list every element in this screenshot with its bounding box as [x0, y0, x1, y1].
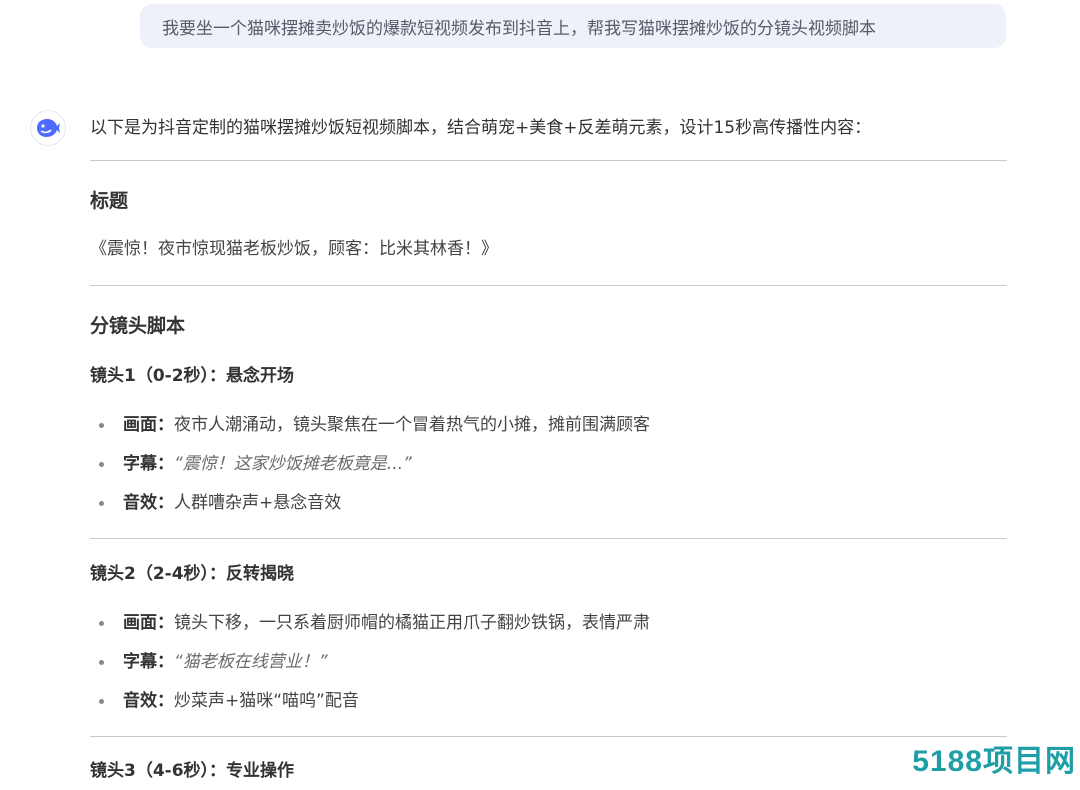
item-label: 音效： [123, 691, 174, 711]
bullet-icon [99, 699, 104, 704]
bullet-icon [99, 621, 104, 626]
chat-page: 我要坐一个猫咪摆摊卖炒饭的爆款短视频发布到抖音上，帮我写猫咪摆摊炒饭的分镜头视频… [0, 0, 1080, 790]
bullet-icon [99, 423, 104, 428]
list-item: 字幕：“震惊！这家炒饭摊老板竟是...” [90, 451, 1007, 477]
item-label: 画面： [123, 415, 174, 435]
list-item: 音效：炒菜声+猫咪“喵呜”配音 [90, 688, 1007, 714]
video-title: 《震惊！夜市惊现猫老板炒饭，顾客：比米其林香！》 [90, 239, 498, 259]
title-heading: 标题 [90, 190, 129, 212]
divider [90, 285, 1007, 286]
bullet-icon [99, 501, 104, 506]
item-text: 炒菜声+猫咪“喵呜”配音 [174, 691, 359, 711]
site-watermark: 5188项目网 [912, 745, 1076, 778]
shot-title: 镜头3（4-6秒）：专业操作 [90, 761, 295, 781]
list-item: 音效：人群嘈杂声+悬念音效 [90, 490, 1007, 516]
shot-details-list: 画面：夜市人潮涌动，镜头聚焦在一个冒着热气的小摊，摊前围满顾客 字幕：“震惊！这… [90, 412, 1007, 516]
assistant-avatar [30, 110, 66, 146]
item-label: 音效： [123, 493, 174, 513]
item-text: 夜市人潮涌动，镜头聚焦在一个冒着热气的小摊，摊前围满顾客 [174, 415, 650, 435]
item-text: 人群嘈杂声+悬念音效 [174, 493, 342, 513]
divider [90, 538, 1007, 539]
response-intro: 以下是为抖音定制的猫咪摆摊炒饭短视频脚本，结合萌宠+美食+反差萌元素，设计15秒… [90, 118, 872, 138]
list-item: 字幕：“猫老板在线营业！” [90, 649, 1007, 675]
script-heading: 分镜头脚本 [90, 315, 186, 337]
bullet-icon [99, 660, 104, 665]
divider [90, 736, 1007, 737]
item-text: “猫老板在线营业！” [174, 652, 328, 672]
assistant-response: 以下是为抖音定制的猫咪摆摊炒饭短视频脚本，结合萌宠+美食+反差萌元素，设计15秒… [90, 110, 1007, 784]
user-message-bubble: 我要坐一个猫咪摆摊卖炒饭的爆款短视频发布到抖音上，帮我写猫咪摆摊炒饭的分镜头视频… [140, 4, 1006, 48]
item-text: 镜头下移，一只系着厨师帽的橘猫正用爪子翻炒铁锅，表情严肃 [174, 613, 650, 633]
user-message-text: 我要坐一个猫咪摆摊卖炒饭的爆款短视频发布到抖音上，帮我写猫咪摆摊炒饭的分镜头视频… [162, 18, 876, 39]
whale-logo-icon [37, 119, 60, 137]
list-item: 画面：夜市人潮涌动，镜头聚焦在一个冒着热气的小摊，摊前围满顾客 [90, 412, 1007, 438]
divider [90, 160, 1007, 161]
item-label: 字幕： [123, 652, 174, 672]
bullet-icon [99, 462, 104, 467]
item-text: “震惊！这家炒饭摊老板竟是...” [174, 454, 412, 474]
shot-title: 镜头1（0-2秒）：悬念开场 [90, 366, 295, 386]
shot-details-list: 画面：镜头下移，一只系着厨师帽的橘猫正用爪子翻炒铁锅，表情严肃 字幕：“猫老板在… [90, 610, 1007, 714]
item-label: 字幕： [123, 454, 174, 474]
item-label: 画面： [123, 613, 174, 633]
list-item: 画面：镜头下移，一只系着厨师帽的橘猫正用爪子翻炒铁锅，表情严肃 [90, 610, 1007, 636]
shot-title: 镜头2（2-4秒）：反转揭晓 [90, 564, 295, 584]
